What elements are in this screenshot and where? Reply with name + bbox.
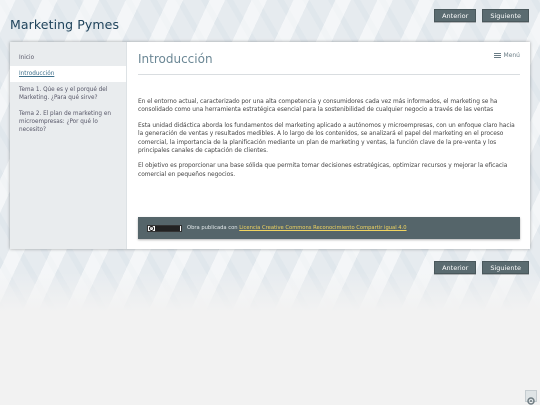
license-prefix: Obra publicada con xyxy=(187,225,240,231)
previous-button[interactable]: Anterior xyxy=(434,9,477,22)
body-text: En el entorno actual, caracterizado por … xyxy=(138,98,520,179)
previous-button-bottom[interactable]: Anterior xyxy=(434,261,477,274)
bottom-navigation: Anterior Siguiente xyxy=(434,261,529,274)
sidebar-item-tema-2[interactable]: Tema 2. El plan de marketing en microemp… xyxy=(10,106,126,138)
page-header: Introducción Menú xyxy=(138,50,520,75)
hamburger-icon xyxy=(493,53,501,58)
gear-icon xyxy=(527,397,535,405)
paragraph: En el entorno actual, caracterizado por … xyxy=(138,99,498,114)
menu-label: Menú xyxy=(503,52,520,59)
sidebar-item-inicio[interactable]: Inicio xyxy=(10,50,126,66)
sidebar-item-tema-1[interactable]: Tema 1. Qúe es y el porqué del Marketing… xyxy=(10,82,126,106)
top-navigation: Anterior Siguiente xyxy=(434,9,529,22)
next-button[interactable]: Siguiente xyxy=(482,9,529,22)
menu-toggle[interactable]: Menú xyxy=(493,52,520,59)
content-card: Inicio Introducción Tema 1. Qúe es y el … xyxy=(10,42,530,249)
page-title: Introducción xyxy=(138,52,213,66)
cc-logo-icon: c xyxy=(149,225,154,231)
main-content: Introducción Menú En el entorno actual, … xyxy=(127,42,530,249)
cc-badge-label-icon xyxy=(155,225,180,231)
license-box: c Obra publicada con Licencia Creative C… xyxy=(138,217,520,239)
sidebar-item-introduccion[interactable]: Introducción xyxy=(10,66,126,82)
sidebar-nav: Inicio Introducción Tema 1. Qúe es y el … xyxy=(10,42,127,249)
next-button-bottom[interactable]: Siguiente xyxy=(482,261,529,274)
site-title: Marketing Pymes xyxy=(10,17,120,32)
license-text: Obra publicada con Licencia Creative Com… xyxy=(187,225,407,231)
license-link[interactable]: Licencia Creative Commons Reconocimiento… xyxy=(239,225,406,231)
settings-icon[interactable] xyxy=(525,390,537,405)
creative-commons-badge[interactable]: c xyxy=(147,224,182,232)
paragraph: El objetivo es proporcionar una base sól… xyxy=(138,163,508,178)
paragraph: Esta unidad didáctica aborda los fundame… xyxy=(138,122,515,155)
